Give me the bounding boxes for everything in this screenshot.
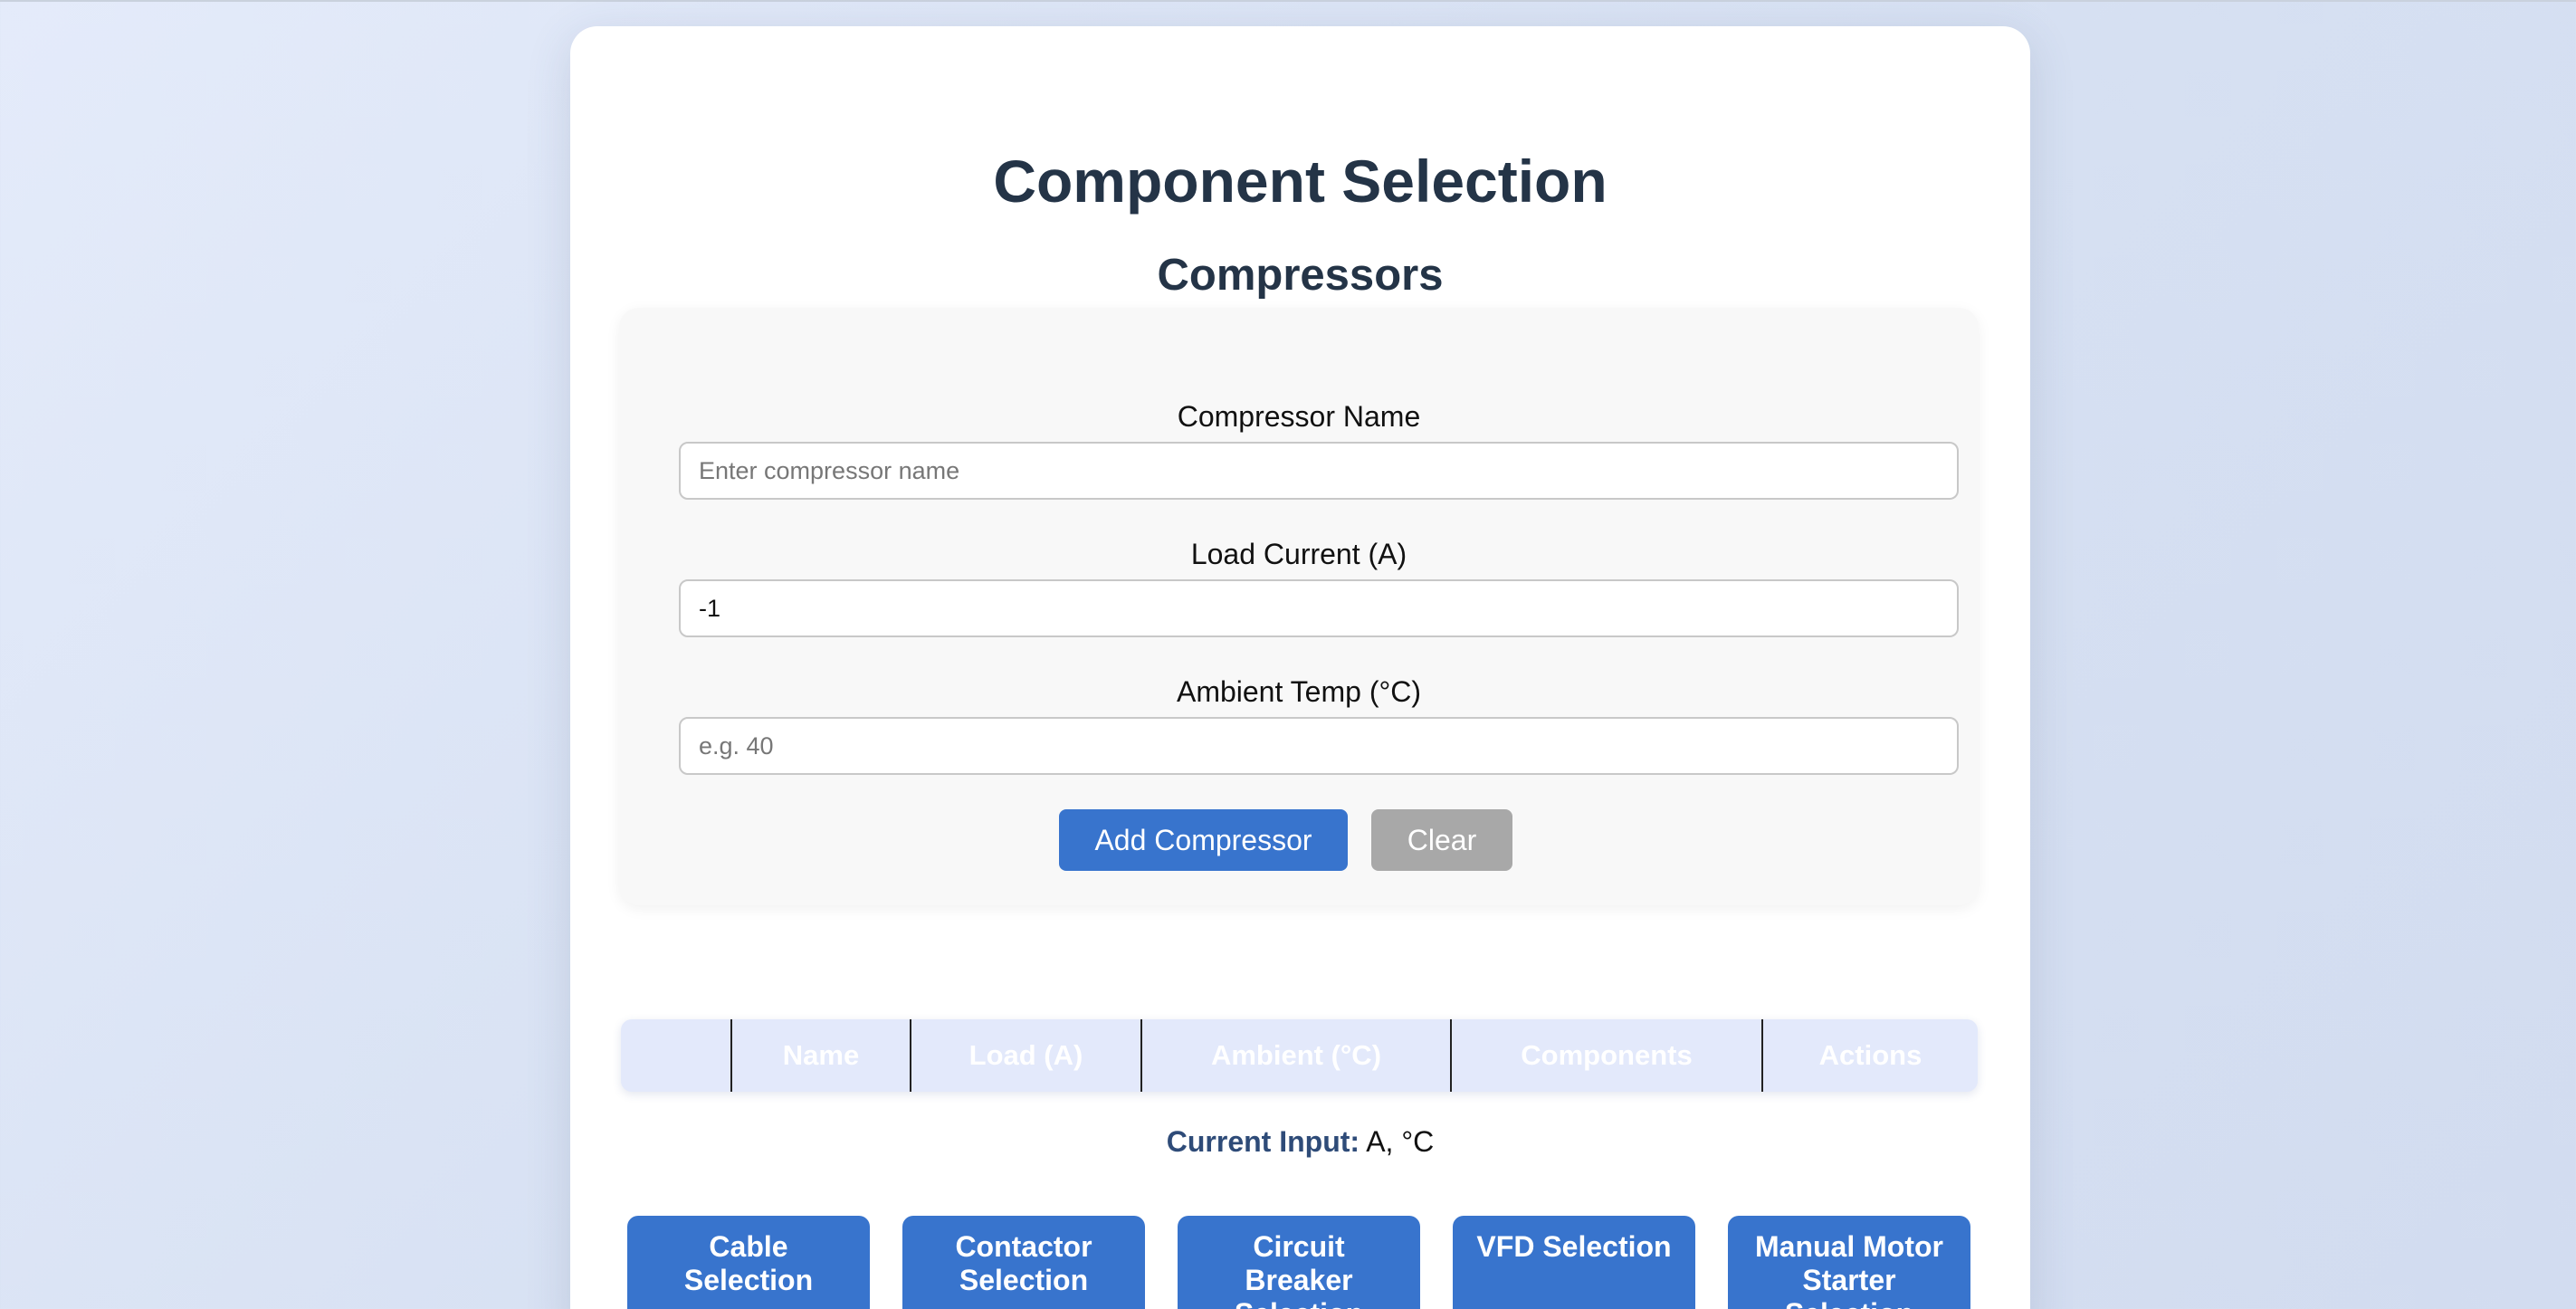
page-title: Component Selection [993, 148, 1608, 215]
column-header-name: Name [730, 1019, 911, 1092]
column-header-index [621, 1019, 731, 1092]
main-card: Component Selection Compressors Compress… [570, 26, 2030, 1309]
table-header-row: Name Load (A) Ambient (°C) Components Ac… [621, 1019, 1978, 1092]
column-header-ambient: Ambient (°C) [1140, 1019, 1451, 1092]
cable-selection-button[interactable]: Cable Selection [627, 1216, 870, 1309]
add-compressor-button[interactable]: Add Compressor [1059, 809, 1348, 871]
column-header-actions: Actions [1761, 1019, 1978, 1092]
circuit-breaker-selection-button[interactable]: Circuit Breaker Selection [1178, 1216, 1420, 1309]
column-header-components: Components [1450, 1019, 1762, 1092]
column-header-load: Load (A) [910, 1019, 1141, 1092]
compressor-name-input[interactable] [679, 442, 1959, 500]
current-input-label: Current Input: [1166, 1125, 1360, 1158]
load-current-input[interactable] [679, 579, 1959, 637]
clear-button[interactable]: Clear [1371, 809, 1512, 871]
manual-motor-starter-selection-button[interactable]: Manual Motor Starter Selection [1728, 1216, 1970, 1309]
contactor-selection-button[interactable]: Contactor Selection [902, 1216, 1145, 1309]
current-input-value: A, °C [1366, 1125, 1435, 1158]
ambient-temp-label: Ambient Temp (°C) [1176, 675, 1422, 708]
compressor-name-label: Compressor Name [1177, 400, 1421, 433]
ambient-temp-input[interactable] [679, 717, 1959, 775]
compressor-form: Compressor Name Load Current (A) Ambient… [619, 308, 1979, 905]
load-current-label: Load Current (A) [1190, 538, 1407, 570]
compressor-table: Name Load (A) Ambient (°C) Components Ac… [621, 1019, 1978, 1092]
current-input-summary: Current Input: A, °C [570, 1123, 2030, 1160]
browser-top-edge [0, 0, 2576, 2]
section-title: Compressors [1157, 251, 1444, 300]
vfd-selection-button[interactable]: VFD Selection [1453, 1216, 1695, 1309]
